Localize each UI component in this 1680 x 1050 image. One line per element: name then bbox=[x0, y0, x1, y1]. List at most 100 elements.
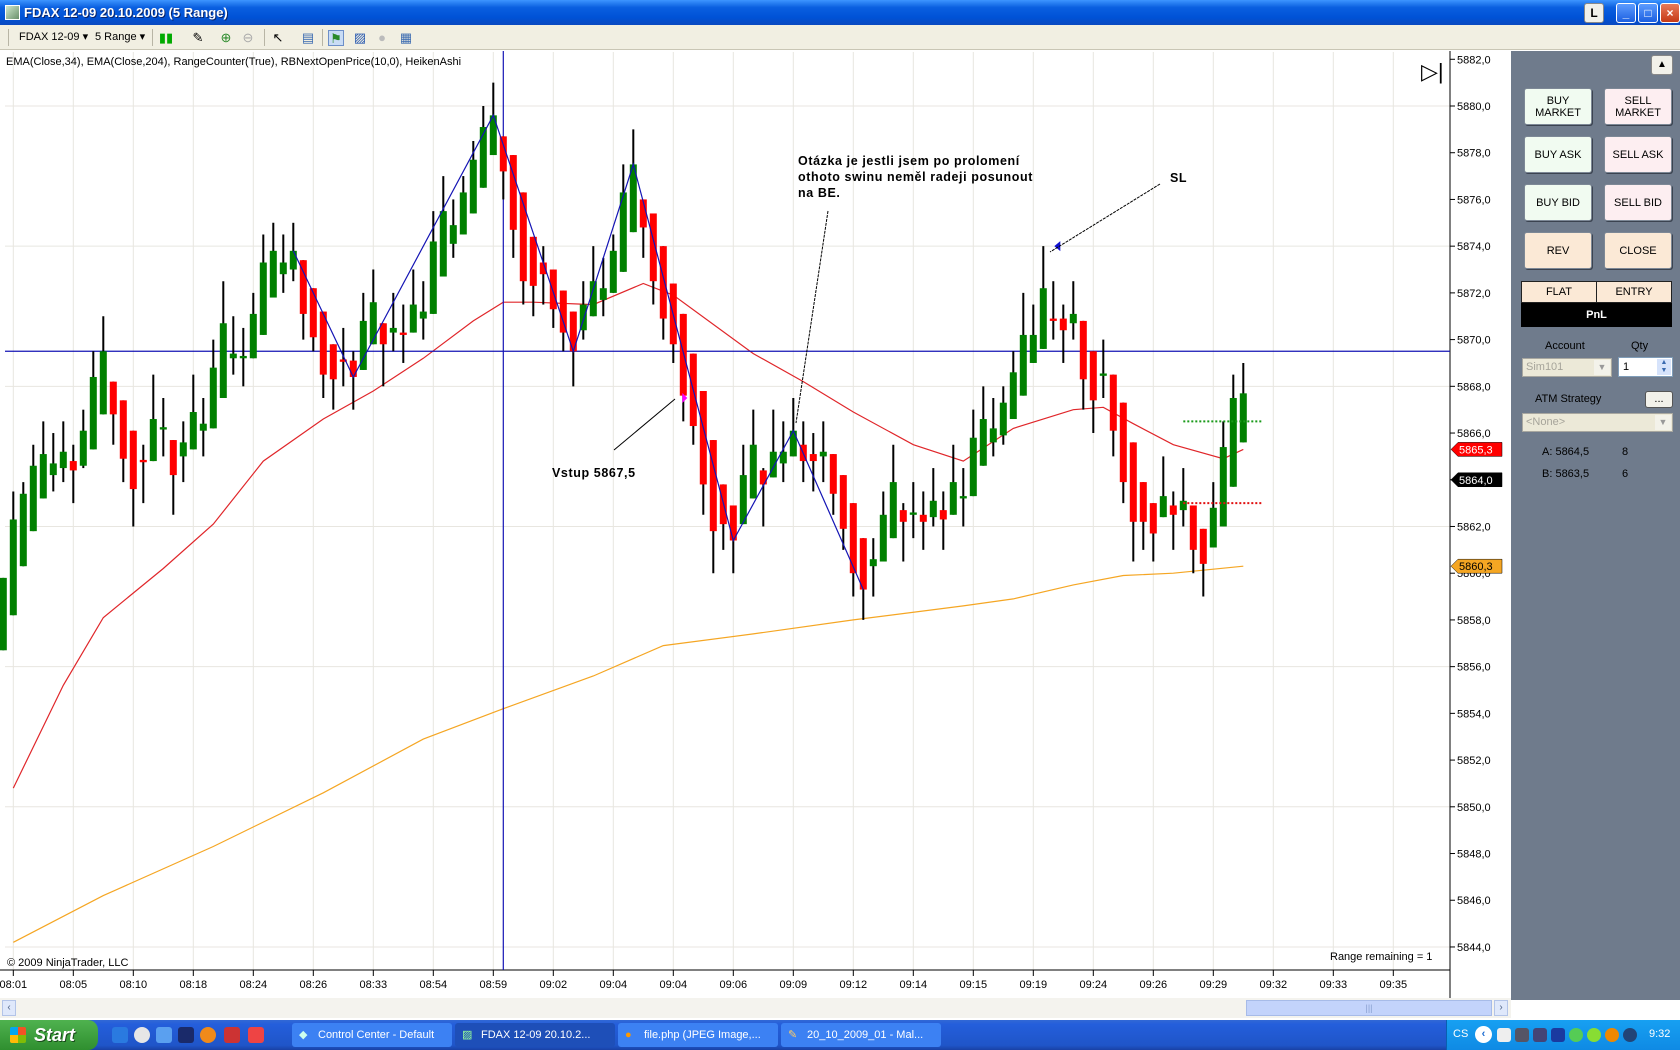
clock[interactable]: 9:32 bbox=[1649, 1028, 1670, 1040]
tray-app-icon-2[interactable] bbox=[1605, 1028, 1619, 1042]
candle-body bbox=[89, 376, 97, 450]
tray-app-icon-3[interactable] bbox=[1623, 1028, 1637, 1042]
internet-explorer-icon[interactable] bbox=[112, 1027, 128, 1043]
minimize-button[interactable]: _ bbox=[1616, 3, 1636, 23]
candle bbox=[1019, 292, 1027, 396]
time-tick-label: 09:32 bbox=[1260, 979, 1288, 991]
scroll-left-button[interactable]: ‹ bbox=[2, 1000, 16, 1016]
candle-body bbox=[99, 351, 107, 415]
candle-body bbox=[389, 327, 397, 333]
close-button[interactable]: CLOSE bbox=[1604, 232, 1672, 269]
network-icon-2[interactable] bbox=[1533, 1028, 1547, 1042]
candle bbox=[579, 281, 587, 340]
atm-strategy-select[interactable]: <None> ▼ bbox=[1522, 413, 1673, 432]
candle-body bbox=[399, 332, 407, 335]
sell-market-button[interactable]: SELL MARKET bbox=[1604, 88, 1672, 125]
start-button[interactable]: Start bbox=[0, 1020, 98, 1050]
candle-body bbox=[259, 262, 267, 335]
candle bbox=[1109, 374, 1117, 457]
account-select[interactable]: Sim101 ▼ bbox=[1522, 358, 1612, 377]
scroll-right-button[interactable]: › bbox=[1494, 1000, 1508, 1016]
quantity-stepper[interactable]: 1 ▲ ▼ bbox=[1618, 357, 1673, 377]
indicator-label: EMA(Close,34), EMA(Close,204), RangeCoun… bbox=[6, 56, 462, 68]
link-button[interactable]: L bbox=[1584, 3, 1604, 23]
app-launcher-icon-2[interactable] bbox=[248, 1027, 264, 1043]
scroll-to-end-icon[interactable]: ▷| bbox=[1421, 61, 1444, 83]
buy-market-button[interactable]: BUY MARKET bbox=[1524, 88, 1592, 125]
language-indicator[interactable]: CS bbox=[1453, 1028, 1468, 1040]
candle-body bbox=[419, 311, 427, 319]
antivirus-icon[interactable] bbox=[1569, 1028, 1583, 1042]
atm-strategy-button[interactable]: ... bbox=[1645, 391, 1673, 408]
candle bbox=[889, 444, 897, 539]
price-tick-label: 5872,0 bbox=[1457, 288, 1491, 300]
candle bbox=[69, 444, 77, 504]
price-tick-label: 5868,0 bbox=[1457, 381, 1491, 393]
task-control-center[interactable]: ◆ Control Center - Default bbox=[292, 1023, 452, 1047]
stepper-arrows-icon[interactable]: ▲ ▼ bbox=[1657, 359, 1671, 375]
candle-body bbox=[559, 290, 567, 333]
app-launcher-icon[interactable] bbox=[224, 1027, 240, 1043]
atm-strategy-label: ATM Strategy bbox=[1535, 393, 1602, 405]
candle bbox=[1169, 491, 1177, 550]
candle bbox=[39, 421, 47, 499]
price-chart[interactable]: 5882,0 5880,0 5878,0 5876,0 5874,0 5872,0 5870… bbox=[0, 0, 1511, 1000]
save-disk-icon[interactable] bbox=[178, 1027, 194, 1043]
candle bbox=[1129, 442, 1137, 562]
candle bbox=[1219, 421, 1227, 527]
sell-bid-button[interactable]: SELL BID bbox=[1604, 184, 1672, 221]
candle bbox=[419, 281, 427, 340]
candle bbox=[679, 313, 687, 422]
candle bbox=[239, 327, 247, 387]
time-tick-label: 09:33 bbox=[1320, 979, 1348, 991]
system-tray: CS ‹ 9:32 bbox=[1446, 1020, 1680, 1050]
tray-app-icon[interactable] bbox=[1551, 1028, 1565, 1042]
buy-bid-button[interactable]: BUY BID bbox=[1524, 184, 1592, 221]
tray-icon[interactable] bbox=[1497, 1028, 1511, 1042]
candle-body bbox=[119, 400, 127, 459]
media-player-icon[interactable] bbox=[134, 1027, 150, 1043]
ask-size: 8 bbox=[1622, 446, 1629, 458]
task-paint[interactable]: ✎ 20_10_2009_01 - Mal... bbox=[781, 1023, 941, 1047]
candle bbox=[1069, 281, 1077, 340]
outlook-icon[interactable] bbox=[156, 1027, 172, 1043]
chevron-down-icon: ▼ bbox=[1655, 415, 1671, 430]
candle bbox=[1119, 402, 1127, 504]
candle-body bbox=[299, 260, 307, 314]
horizontal-scrollbar[interactable]: ‹ ||| › bbox=[0, 998, 1511, 1018]
candle bbox=[869, 538, 877, 597]
sell-ask-button[interactable]: SELL ASK bbox=[1604, 136, 1672, 173]
candle-body bbox=[169, 440, 177, 476]
icq-icon[interactable] bbox=[1587, 1028, 1601, 1042]
time-tick-label: 08:54 bbox=[420, 979, 448, 991]
candle bbox=[1229, 374, 1237, 487]
maximize-button[interactable]: □ bbox=[1638, 3, 1658, 23]
candle bbox=[459, 176, 467, 235]
network-icon[interactable] bbox=[1515, 1028, 1529, 1042]
candle-body bbox=[769, 451, 777, 478]
candle bbox=[169, 440, 177, 515]
candle bbox=[759, 468, 767, 527]
candle-body bbox=[609, 250, 617, 293]
candle bbox=[1049, 281, 1057, 340]
firefox-icon[interactable] bbox=[200, 1027, 216, 1043]
time-tick-label: 09:35 bbox=[1380, 979, 1408, 991]
candle bbox=[409, 269, 417, 333]
time-tick-label: 08:18 bbox=[180, 979, 208, 991]
collapse-panel-button[interactable]: ▲ bbox=[1651, 55, 1673, 75]
rev-button[interactable]: REV bbox=[1524, 232, 1592, 269]
question-line-1: Otázka je jestli jsem po prolomení bbox=[798, 154, 1020, 168]
candle-body bbox=[829, 454, 837, 494]
task-firefox[interactable]: ● file.php (JPEG Image,... bbox=[618, 1023, 778, 1047]
ema-34-line bbox=[12, 282, 1244, 789]
show-hidden-icons-button[interactable]: ‹ bbox=[1475, 1026, 1492, 1043]
buy-ask-button[interactable]: BUY ASK bbox=[1524, 136, 1592, 173]
candle bbox=[129, 430, 137, 527]
candle bbox=[29, 444, 37, 532]
scroll-thumb[interactable]: ||| bbox=[1246, 1000, 1492, 1016]
candle-body bbox=[0, 577, 7, 651]
close-button[interactable]: × bbox=[1660, 3, 1680, 23]
candle bbox=[879, 491, 887, 562]
task-fdax-chart[interactable]: ▨ FDAX 12-09 20.10.2... bbox=[455, 1023, 615, 1047]
time-tick-label: 09:02 bbox=[540, 979, 568, 991]
